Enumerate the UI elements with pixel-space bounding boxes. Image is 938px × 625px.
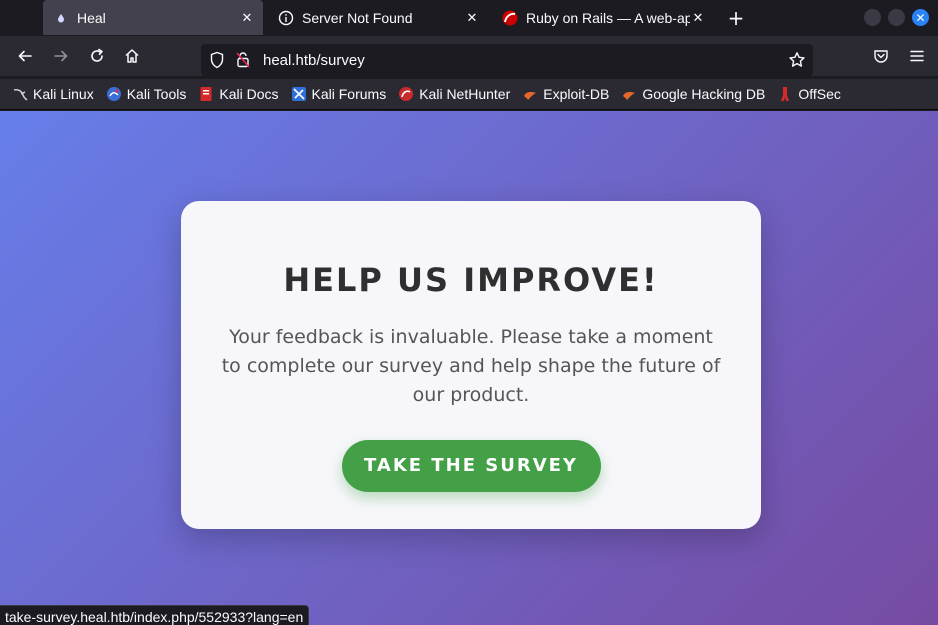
back-button[interactable] xyxy=(15,46,35,66)
url-text[interactable]: heal.htb/survey xyxy=(263,52,365,69)
page-content: HELP US IMPROVE! Your feedback is invalu… xyxy=(0,111,938,625)
offsec-icon xyxy=(777,86,793,102)
reload-button[interactable] xyxy=(87,46,107,66)
maximize-button[interactable] xyxy=(888,9,905,26)
bookmark-exploit-db[interactable]: Exploit-DB xyxy=(522,86,609,102)
tab-ruby-on-rails[interactable]: Ruby on Rails — A web-ap ✕ xyxy=(492,0,714,35)
pocket-icon xyxy=(874,50,888,63)
insecure-lock-icon[interactable] xyxy=(235,51,251,73)
tab-heal[interactable]: Heal ✕ xyxy=(43,0,263,35)
pocket-button[interactable] xyxy=(871,46,891,66)
google-hacking-db-icon xyxy=(621,86,637,102)
bookmark-label: OffSec xyxy=(798,86,841,102)
bookmark-kali-docs[interactable]: Kali Docs xyxy=(198,86,279,102)
heal-favicon-icon xyxy=(53,10,69,26)
bookmark-kali-nethunter[interactable]: Kali NetHunter xyxy=(398,86,510,102)
exploit-db-icon xyxy=(522,86,538,102)
close-icon[interactable]: ✕ xyxy=(690,10,706,26)
kali-forums-icon xyxy=(291,86,307,102)
bookmark-star-icon[interactable] xyxy=(788,51,806,73)
new-tab-button[interactable]: + xyxy=(724,6,748,30)
bookmark-google-hacking-db[interactable]: Google Hacking DB xyxy=(621,86,765,102)
reload-icon xyxy=(91,48,103,62)
window-close-button[interactable]: ✕ xyxy=(912,9,929,26)
hamburger-menu-icon xyxy=(910,50,924,62)
bookmark-label: Kali NetHunter xyxy=(419,86,511,102)
navigation-toolbar: heal.htb/survey xyxy=(0,36,938,76)
bookmark-kali-forums[interactable]: Kali Forums xyxy=(291,86,387,102)
bookmark-label: Kali Linux xyxy=(33,86,94,102)
bookmark-label: Kali Docs xyxy=(219,86,279,102)
tab-server-not-found[interactable]: Server Not Found ✕ xyxy=(268,0,488,35)
rails-favicon-icon xyxy=(502,10,518,26)
arrow-left-icon xyxy=(18,50,32,62)
minimize-button[interactable] xyxy=(864,9,881,26)
home-button[interactable] xyxy=(122,46,142,66)
bookmarks-toolbar: Kali Linux Kali Tools Kali Docs Kali For… xyxy=(0,79,938,110)
kali-linux-icon xyxy=(12,86,28,102)
card-description: Your feedback is invaluable. Please take… xyxy=(221,326,721,406)
bookmark-label: Kali Forums xyxy=(311,86,387,102)
bookmark-offsec[interactable]: OffSec xyxy=(777,86,841,102)
forward-button[interactable] xyxy=(51,46,71,66)
tab-title: Heal xyxy=(77,9,106,26)
info-icon xyxy=(278,10,294,26)
card-title: HELP US IMPROVE! xyxy=(283,261,659,299)
tab-title: Server Not Found xyxy=(302,9,413,26)
url-bar[interactable]: heal.htb/survey xyxy=(201,44,813,76)
link-status-bar: take-survey.heal.htb/index.php/552933?la… xyxy=(0,605,310,625)
tab-strip: Heal ✕ Server Not Found ✕ Ruby on Rails … xyxy=(0,0,938,36)
bookmark-kali-linux[interactable]: Kali Linux xyxy=(12,86,94,102)
bookmark-kali-tools[interactable]: Kali Tools xyxy=(106,86,187,102)
bookmark-label: Kali Tools xyxy=(126,86,187,102)
arrow-right-icon xyxy=(54,50,68,62)
menu-button[interactable] xyxy=(907,46,927,66)
home-icon xyxy=(125,49,139,63)
shield-icon[interactable] xyxy=(209,51,225,73)
kali-nethunter-icon xyxy=(398,86,414,102)
close-icon[interactable]: ✕ xyxy=(464,10,480,26)
bookmark-label: Google Hacking DB xyxy=(642,86,766,102)
tab-title: Ruby on Rails — A web-ap xyxy=(526,9,690,26)
kali-tools-icon xyxy=(106,86,122,102)
take-survey-button[interactable]: TAKE THE SURVEY xyxy=(341,440,601,492)
survey-card: HELP US IMPROVE! Your feedback is invalu… xyxy=(181,201,761,529)
close-icon[interactable]: ✕ xyxy=(239,10,255,26)
bookmark-label: Exploit-DB xyxy=(543,86,610,102)
kali-docs-icon xyxy=(198,86,214,102)
